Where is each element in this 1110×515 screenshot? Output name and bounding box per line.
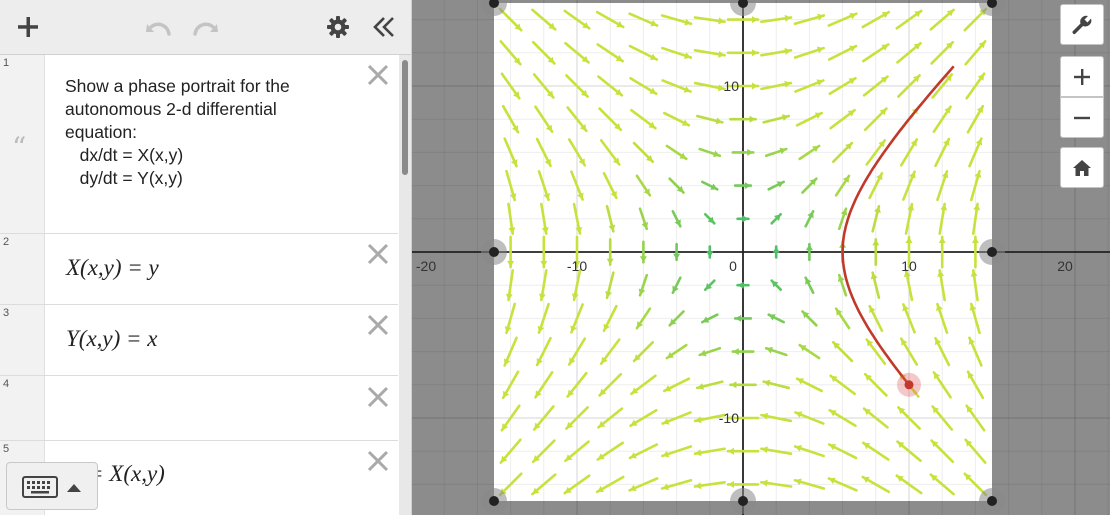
region-handle-dot [738, 496, 748, 506]
expression-toolbar [0, 0, 411, 55]
wrench-icon [1072, 15, 1092, 34]
expression-index: 2 [3, 236, 10, 248]
math-input[interactable]: Y(x,y) = x [66, 326, 158, 352]
expression-item-1[interactable]: 1 “ Show a phase portrait for the autono… [0, 55, 398, 234]
delete-expression-icon[interactable] [366, 242, 390, 266]
zoom-out-button[interactable] [1060, 97, 1104, 138]
expression-gutter: 1 “ [0, 55, 45, 233]
graph-settings-button[interactable] [1060, 4, 1104, 45]
double-chevron-left-icon [373, 17, 394, 37]
expression-index: 4 [3, 378, 10, 390]
math-input[interactable]: X(x,y) = y [66, 255, 159, 281]
tick-label: 10 [723, 78, 739, 94]
expression-sidebar: 1 “ Show a phase portrait for the autono… [0, 0, 412, 515]
region-handle-dot [489, 247, 499, 257]
note-text[interactable]: Show a phase portrait for the autonomous… [65, 75, 290, 190]
expression-gutter: 2 [0, 234, 45, 304]
minus-icon [1074, 116, 1090, 119]
delete-expression-icon[interactable] [366, 449, 390, 473]
zoom-in-button[interactable] [1060, 56, 1104, 97]
delete-expression-icon[interactable] [366, 313, 390, 337]
expression-index: 3 [3, 307, 10, 319]
expression-gutter: 4 [0, 376, 45, 440]
tick-label: 0 [729, 258, 737, 274]
tick-label: -10 [719, 410, 739, 426]
settings-button[interactable] [322, 0, 354, 54]
home-icon [1073, 159, 1091, 176]
region-handle-dot [987, 496, 997, 506]
tick-label: 10 [901, 258, 917, 274]
tick-label: -20 [416, 258, 436, 274]
tick-label: -10 [567, 258, 587, 274]
keyboard-toggle-button[interactable] [6, 462, 98, 510]
default-view-button[interactable] [1060, 147, 1104, 188]
expression-item-3[interactable]: 3 Y(x,y) = x [0, 305, 398, 376]
expression-item-2[interactable]: 2 X(x,y) = y [0, 234, 398, 305]
add-item-button[interactable] [10, 0, 46, 54]
redo-button[interactable] [186, 0, 224, 54]
undo-icon [146, 22, 171, 36]
plus-icon [1074, 68, 1090, 85]
note-quote-icon: “ [12, 131, 27, 164]
expression-gutter: 3 [0, 305, 45, 375]
scrollbar-thumb[interactable] [402, 60, 408, 175]
expression-scrollbar[interactable] [399, 55, 411, 515]
expression-item-4[interactable]: 4 [0, 376, 398, 441]
delete-expression-icon[interactable] [366, 63, 390, 87]
undo-button[interactable] [140, 0, 178, 54]
redo-icon [193, 22, 218, 36]
graph-canvas[interactable]: -20 -10 0 10 20 10 -10 [412, 0, 1110, 515]
tick-label: 20 [1057, 258, 1073, 274]
trajectory-start-point [904, 380, 914, 390]
expression-index: 5 [3, 443, 10, 455]
plus-icon [18, 17, 38, 37]
math-input[interactable]: = X(x,y) [88, 461, 165, 487]
expression-index: 1 [3, 57, 10, 69]
gear-icon [327, 16, 349, 38]
region-handle-dot [489, 496, 499, 506]
collapse-sidebar-button[interactable] [366, 0, 402, 54]
expression-list: 1 “ Show a phase portrait for the autono… [0, 55, 398, 515]
keyboard-icon [22, 476, 81, 498]
delete-expression-icon[interactable] [366, 385, 390, 409]
caret-up-icon [67, 484, 81, 492]
region-handle-dot [987, 247, 997, 257]
